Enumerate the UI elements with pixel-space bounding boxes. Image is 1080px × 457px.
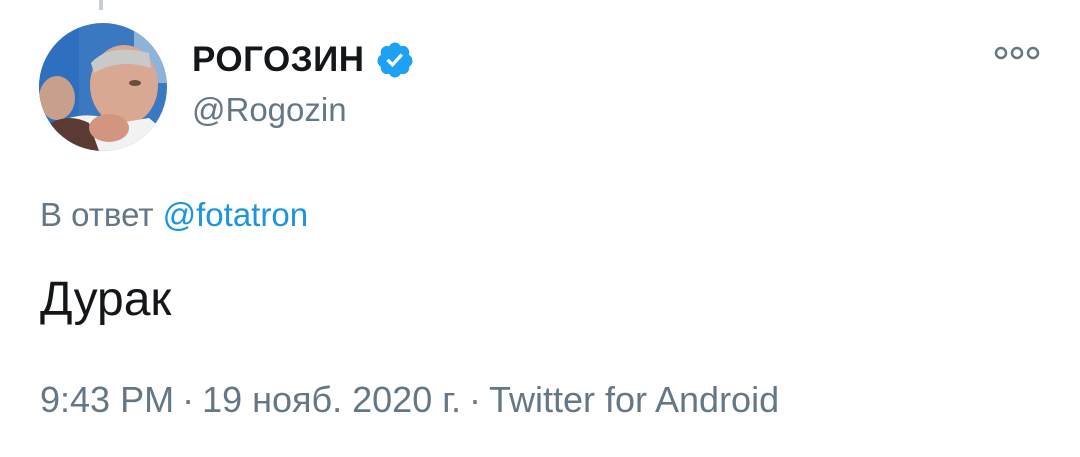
- meta-separator: ·: [182, 379, 195, 420]
- reply-context: В ответ @fotatron: [40, 193, 308, 237]
- tweet-text: Дурак: [40, 273, 172, 326]
- tweet-time[interactable]: 9:43 PM: [40, 379, 174, 420]
- author-display-name[interactable]: РОГОЗИН: [192, 36, 365, 84]
- tweet-date[interactable]: 19 нояб. 2020 г.: [202, 379, 461, 420]
- author-name-row[interactable]: РОГОЗИН: [192, 36, 415, 84]
- tweet-metadata: 9:43 PM · 19 нояб. 2020 г. · Twitter for And…: [40, 375, 779, 425]
- reply-mention-link[interactable]: @fotatron: [163, 196, 308, 233]
- tweet-source[interactable]: Twitter for Android: [489, 379, 779, 420]
- author-handle[interactable]: @Rogozin: [192, 88, 347, 132]
- reply-prefix: В ответ: [40, 196, 154, 233]
- avatar[interactable]: [39, 23, 167, 151]
- verified-badge-icon: [375, 40, 415, 80]
- meta-separator: ·: [468, 379, 481, 420]
- avatar-photo: [39, 23, 167, 151]
- thread-connector-line: [99, 0, 103, 10]
- more-options-icon[interactable]: [993, 43, 1041, 63]
